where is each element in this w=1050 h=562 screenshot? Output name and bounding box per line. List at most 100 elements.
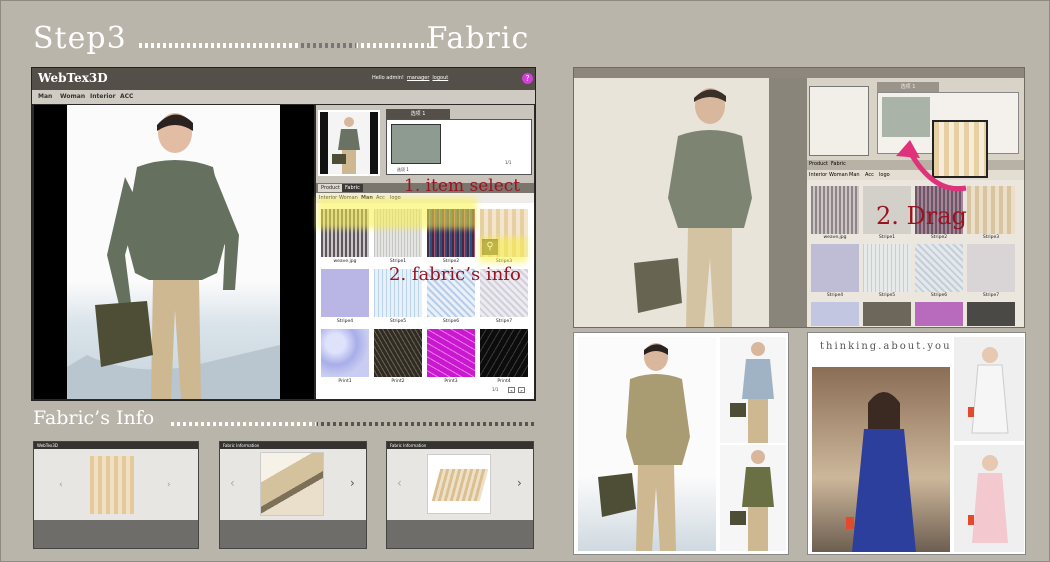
swatch-label: Stripe6 [930,293,948,298]
swatch-label: Stripe4 [336,319,354,324]
drag-viewer [574,78,769,327]
drag-topbar [574,68,1024,78]
result-green-figure [730,450,774,551]
model-photo [67,105,280,399]
drag-arrow-icon [896,140,967,192]
info-screenshot-3: Fabric Information ‹ › [386,441,534,549]
drag-swatch-stripe6[interactable] [915,244,963,292]
prev-page-button[interactable]: « [508,387,515,393]
nav-woman[interactable]: Woman [60,93,85,100]
help-icon[interactable]: ? [522,73,533,84]
magazine-title: thinking.about.you [820,341,952,352]
swatch-stripe4[interactable] [321,269,369,317]
swatch-label: Stripe5 [878,293,896,298]
nav-man[interactable]: Man [38,93,52,100]
drag-swatch-weave[interactable] [811,186,859,234]
drag-tab-fabric[interactable]: Fabric [831,161,846,167]
result-woman-pink [954,445,1024,552]
next-page-button[interactable]: » [518,387,525,393]
info-window-title: WebTex3D [37,443,58,448]
heading-dots [139,43,429,48]
tab-product[interactable]: Product [318,184,343,192]
annotation-item-select: 1. item select [404,176,521,196]
info-window-bar: WebTex3D [34,442,198,449]
info-fabric-image [431,469,489,501]
swatch-print1[interactable] [321,329,369,377]
result-pink-figure [968,455,1008,543]
fabric-grid: ⚲ weave.jpg Stripe1 Stripe2 Stripe3 Stri… [316,203,534,399]
drag-thumbnail [809,86,869,156]
swatch-label: Print4 [497,379,511,384]
main-nav: Man Woman Interior ACC [32,90,535,104]
swatch-print2[interactable] [374,329,422,377]
info-details-panel [387,520,533,548]
chevron-right-icon[interactable]: › [167,480,171,490]
greeting: Hello admin! manager logout [372,75,448,81]
result-woman-white [954,337,1024,441]
annotation-fabric-info: 2. fabric’s info [389,264,521,285]
nav-acc[interactable]: ACC [120,93,133,100]
model-viewer[interactable] [34,105,314,399]
swatch-print4[interactable] [480,329,528,377]
info-screenshot-2: Fabric Information ‹ › [219,441,367,549]
drag-swatch-stripe4[interactable] [811,244,859,292]
result-model-figure [598,343,690,551]
selected-fabric-tab[interactable]: 选项 1 [386,109,450,119]
model-figure [67,113,280,399]
drag-swatch-stripe3[interactable] [967,186,1015,234]
swatch-print3[interactable] [427,329,475,377]
drag-category[interactable]: Acc [865,172,874,178]
drag-category[interactable]: Interior [809,172,827,178]
chevron-right-icon[interactable]: › [350,476,355,490]
info-fabric-image [260,452,324,516]
model-thumbnail[interactable] [318,110,380,176]
drag-swatch-print2[interactable] [863,302,911,326]
drag-swatch-print4[interactable] [967,302,1015,326]
app-topbar: WebTex3D Hello admin! manager logout ? [32,68,535,90]
result-woman-large [812,367,950,552]
selected-fabric-swatch[interactable] [391,124,441,164]
grid-pager: 1/1 [492,387,499,392]
info-screenshot-1: WebTex3D ‹ › [33,441,199,549]
drag-swatch-print1[interactable] [811,302,859,326]
drag-category[interactable]: Woman [829,172,848,178]
chevron-left-icon[interactable]: ‹ [59,480,63,490]
swatch-label: Stripe5 [389,319,407,324]
logout-link[interactable]: logout [432,75,448,81]
result-blue-figure [730,342,774,443]
result-model-blue [720,337,786,443]
info-fabric-frame [427,454,491,514]
result-men-panel [573,332,789,555]
drag-category[interactable]: Man [849,172,860,178]
result-women-panel: thinking.about.you [807,332,1026,555]
drag-swatch-print3[interactable] [915,302,963,326]
nav-interior[interactable]: Interior [90,93,116,100]
drag-target-swatch[interactable] [882,97,930,137]
selected-fabric-panel: 选项 1 1/1 [386,119,532,175]
chevron-right-icon[interactable]: › [517,476,522,490]
drag-swatch-stripe5[interactable] [863,244,911,292]
swatch-label: Stripe7 [495,319,513,324]
drag-swatch-stripe7[interactable] [967,244,1015,292]
drag-tab-product[interactable]: Product [809,161,828,167]
chevron-left-icon[interactable]: ‹ [397,476,402,490]
result-model-large [578,337,716,551]
step-label: Step3 [33,21,127,56]
swatch-label: Stripe6 [442,319,460,324]
swatch-label: Stripe4 [826,293,844,298]
swatch-label: Stripe3 [982,235,1000,240]
chevron-left-icon[interactable]: ‹ [230,476,235,490]
swatch-label: Print2 [391,379,405,384]
result-woman-figure [846,392,916,552]
tab-fabric[interactable]: Fabric [342,184,363,192]
highlight-fabric-row [317,197,477,229]
drag-viewer-edge [769,78,807,327]
webtex3d-window: WebTex3D Hello admin! manager logout ? Man… [31,67,536,401]
drag-category[interactable]: logo [879,172,890,178]
swatch-label: Stripe7 [982,293,1000,298]
drag-selected-tab[interactable]: 选项 1 [877,82,939,92]
swatch-label: Print1 [338,379,352,384]
selected-fabric-label: 选项 1 [397,167,409,172]
manager-link[interactable]: manager [407,75,429,81]
subheading-dots [171,422,535,426]
